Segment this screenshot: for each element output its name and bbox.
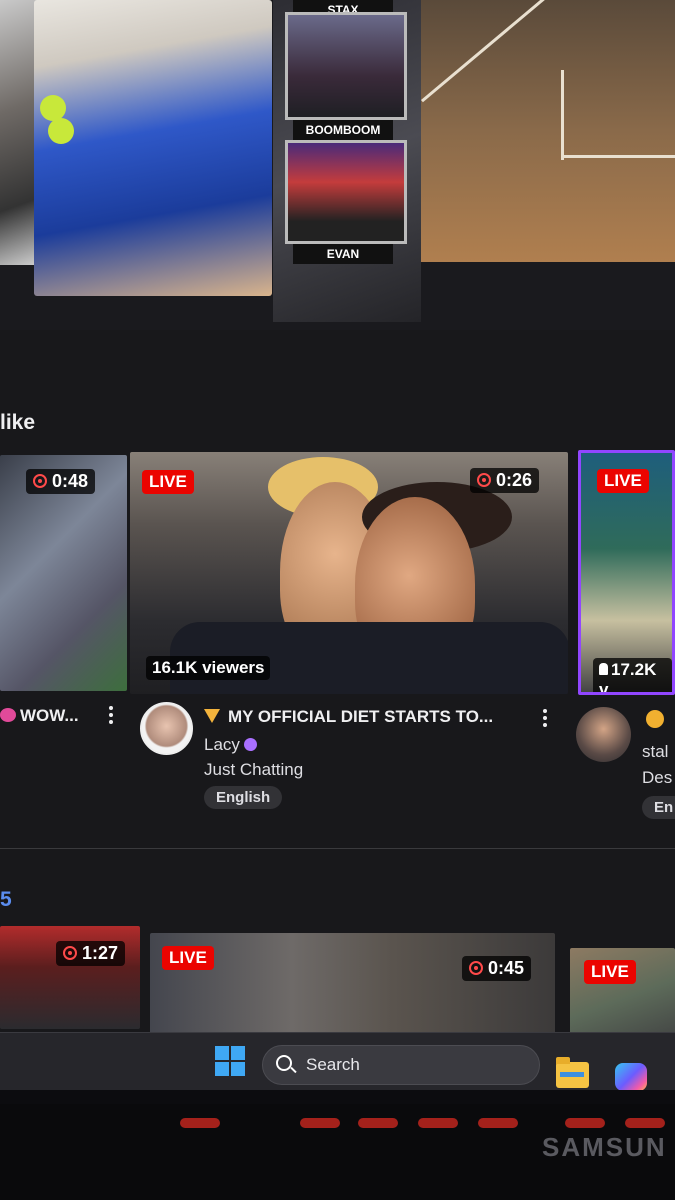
viewer-count-badge: 17.2K v <box>593 658 672 692</box>
cam-label: BOOMBOOM <box>293 120 393 140</box>
verified-badge-icon <box>243 738 257 751</box>
screen: STAX BOOMBOOM EVAN like 0:48 WOW... LIVE… <box>0 0 675 1090</box>
stream-title[interactable]: WOW... <box>0 706 79 726</box>
live-badge: LIVE <box>584 960 636 984</box>
duration-text: 0:48 <box>52 471 89 491</box>
clip-duration-badge: 0:26 <box>470 468 540 493</box>
stream-card-thumbnail[interactable]: LIVE 0:45 <box>150 933 555 1043</box>
ambient-light <box>565 1118 605 1128</box>
court-line <box>421 0 618 103</box>
stream-card-thumbnail-main[interactable]: LIVE 0:26 16.1K viewers <box>130 452 568 694</box>
featured-thumbnail-3[interactable]: STAX BOOMBOOM EVAN <box>273 0 421 322</box>
language-tag[interactable]: English <box>204 786 283 809</box>
stream-title-text: WOW... <box>20 706 79 725</box>
clock-icon <box>33 474 47 488</box>
more-options-icon[interactable] <box>543 709 547 730</box>
court-line <box>561 70 564 160</box>
search-label: Search <box>306 1055 360 1074</box>
copilot-icon[interactable] <box>615 1063 647 1090</box>
taskbar-search-box[interactable] <box>262 1045 540 1085</box>
live-badge: LIVE <box>142 470 194 494</box>
section-divider <box>0 848 675 849</box>
clock-icon <box>477 473 491 487</box>
duration-text: 0:45 <box>488 958 525 978</box>
viewer-count-badge: 16.1K viewers <box>146 656 271 680</box>
windows-start-icon[interactable] <box>215 1046 245 1076</box>
webcam-feed <box>285 140 407 244</box>
person-icon <box>599 663 608 675</box>
search-icon <box>276 1055 292 1071</box>
duration-text: 0:26 <box>496 470 533 490</box>
channel-name-text: Lacy <box>204 735 240 754</box>
featured-area: STAX BOOMBOOM EVAN <box>0 0 675 330</box>
monitor-brand-logo: SAMSUN <box>542 1132 667 1162</box>
channel-avatar[interactable] <box>140 702 193 755</box>
brain-emoji-icon <box>0 708 16 722</box>
duration-text: 1:27 <box>82 943 119 963</box>
stream-title[interactable]: MY OFFICIAL DIET STARTS TO... <box>204 707 493 727</box>
stream-card-thumbnail[interactable]: 1:27 <box>0 926 140 1029</box>
pizza-emoji-icon <box>204 709 220 723</box>
ambient-light <box>478 1118 518 1128</box>
clip-duration-badge: 1:27 <box>56 941 126 966</box>
stream-card-thumbnail[interactable]: 0:48 <box>0 455 127 691</box>
channel-name[interactable]: Lacy <box>204 735 257 755</box>
featured-thumbnail-4[interactable] <box>421 0 675 262</box>
clock-icon <box>469 961 483 975</box>
clip-duration-badge: 0:48 <box>26 469 96 494</box>
ambient-light <box>180 1118 220 1128</box>
court-line <box>561 155 675 158</box>
ambient-light <box>300 1118 340 1128</box>
clock-icon <box>63 946 77 960</box>
stream-title-text: MY OFFICIAL DIET STARTS TO... <box>228 707 494 726</box>
language-tag[interactable]: En <box>642 796 675 819</box>
file-explorer-icon[interactable] <box>556 1057 589 1088</box>
ambient-light <box>625 1118 665 1128</box>
section-heading: like <box>0 411 36 434</box>
live-badge: LIVE <box>162 946 214 970</box>
featured-thumbnail-2[interactable] <box>34 0 272 296</box>
emoji-icon <box>646 710 664 728</box>
ambient-light <box>418 1118 458 1128</box>
category-link[interactable]: Des <box>642 768 672 788</box>
webcam-feed <box>285 12 407 120</box>
more-options-icon[interactable] <box>109 706 113 727</box>
channel-avatar[interactable] <box>576 707 631 762</box>
clip-duration-badge: 0:45 <box>462 956 532 981</box>
ambient-light <box>358 1118 398 1128</box>
cam-label: EVAN <box>293 244 393 264</box>
category-link[interactable]: Just Chatting <box>204 760 303 780</box>
tennis-ball-decoration <box>48 118 74 144</box>
channel-name[interactable]: stal <box>642 742 668 762</box>
stream-card-thumbnail[interactable]: LIVE 17.2K v <box>578 450 675 695</box>
live-badge: LIVE <box>597 469 649 493</box>
section-heading: 5 <box>0 888 12 911</box>
